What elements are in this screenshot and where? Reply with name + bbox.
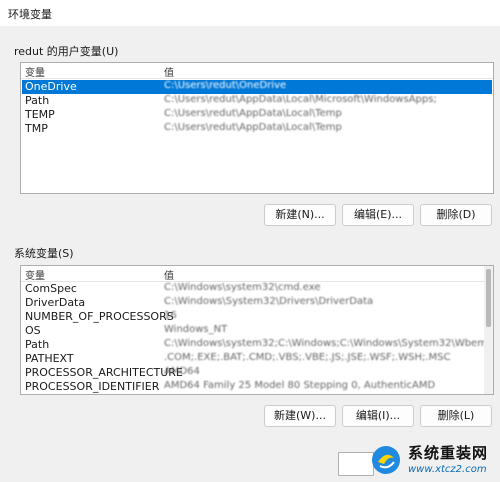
user-var-value: C:\Users\redut\AppData\Local\Microsoft\W… [164,94,437,105]
system-edit-button[interactable]: 编辑(I)... [342,405,414,427]
column-header-value[interactable]: 值 [164,267,174,282]
user-var-value: C:\Users\redut\OneDrive [164,80,287,91]
system-var-value: C:\Windows\system32;C:\Windows;C:\Window… [164,338,493,349]
user-vars-header: 变量 值 [21,63,493,79]
column-header-variable[interactable]: 变量 [25,64,45,79]
system-var-row[interactable]: NUMBER_OF_PROCESSORS 16 [22,310,492,324]
user-delete-button[interactable]: 删除(D) [420,204,492,226]
user-var-value: C:\Users\redut\AppData\Local\Temp [164,108,342,119]
watermark-logo-icon [372,446,400,474]
system-var-name: DriverData [25,296,86,309]
column-header-variable[interactable]: 变量 [25,267,45,282]
window-title: 环境变量 [8,8,52,21]
user-vars-label: redut 的用户变量(U) [14,45,119,58]
system-var-row[interactable]: PROCESSOR_ARCHITECTURE AMD64 [22,366,492,380]
system-vars-label: 系统变量(S) [14,247,74,260]
system-vars-header: 变量 值 [21,266,493,282]
system-var-value: AMD64 Family 25 Model 80 Stepping 0, Aut… [164,380,436,391]
system-var-row[interactable]: Path C:\Windows\system32;C:\Windows;C:\W… [22,338,493,352]
system-var-value: .COM;.EXE;.BAT;.CMD;.VBS;.VBE;.JS;.JSE;.… [164,352,451,363]
user-var-row[interactable]: Path C:\Users\redut\AppData\Local\Micros… [22,94,492,108]
system-var-row[interactable]: ComSpec C:\Windows\system32\cmd.exe [22,282,492,296]
system-var-value: C:\Windows\system32\cmd.exe [164,282,321,293]
system-var-value: 16 [164,310,177,321]
system-var-value: C:\Windows\System32\Drivers\DriverData [164,296,374,307]
user-var-name: TEMP [25,108,55,121]
system-var-value: Windows_NT [164,324,228,335]
user-var-name: Path [25,94,50,107]
user-new-button[interactable]: 新建(N)... [264,204,336,226]
system-new-button[interactable]: 新建(W)... [264,405,336,427]
system-var-row[interactable]: DriverData C:\Windows\System32\Drivers\D… [22,296,492,310]
system-var-name: PATHEXT [25,352,74,365]
watermark-text: 系统重装网 [408,444,489,462]
system-var-row[interactable]: PATHEXT .COM;.EXE;.BAT;.CMD;.VBS;.VBE;.J… [22,352,492,366]
scrollbar-thumb[interactable] [486,269,491,327]
system-var-name: OS [25,324,41,337]
system-var-name: ComSpec [25,282,77,295]
system-vars-list[interactable]: 变量 值 ComSpec C:\Windows\system32\cmd.exe… [20,265,494,395]
system-var-row[interactable]: PROCESSOR_IDENTIFIER AMD64 Family 25 Mod… [22,380,492,394]
user-edit-button[interactable]: 编辑(E)... [342,204,414,226]
user-var-row[interactable]: OneDrive C:\Users\redut\OneDrive [22,80,492,94]
user-var-name: TMP [25,122,48,135]
system-var-name: Path [25,338,50,351]
user-var-row[interactable]: TMP C:\Users\redut\AppData\Local\Temp [22,122,492,136]
user-var-name: OneDrive [25,80,77,93]
system-var-row[interactable]: OS Windows_NT [22,324,492,338]
user-vars-list[interactable]: 变量 值 OneDrive C:\Users\redut\OneDrive Pa… [20,62,494,194]
system-var-name: PROCESSOR_IDENTIFIER [25,380,160,393]
system-var-name: PROCESSOR_ARCHITECTURE [25,366,183,379]
watermark: 系统重装网 www.xtcz2.com [370,442,500,482]
column-header-value[interactable]: 值 [164,64,174,79]
title-bar: 环境变量 [0,0,500,26]
user-var-row[interactable]: TEMP C:\Users\redut\AppData\Local\Temp [22,108,492,122]
user-var-value: C:\Users\redut\AppData\Local\Temp [164,122,342,133]
ok-button-partial[interactable] [338,452,374,476]
system-delete-button[interactable]: 删除(L) [420,405,492,427]
watermark-url: www.xtcz2.com [408,464,487,475]
system-vars-scrollbar[interactable] [484,266,493,394]
system-var-name: NUMBER_OF_PROCESSORS [25,310,174,323]
system-var-value: AMD64 [164,366,200,377]
